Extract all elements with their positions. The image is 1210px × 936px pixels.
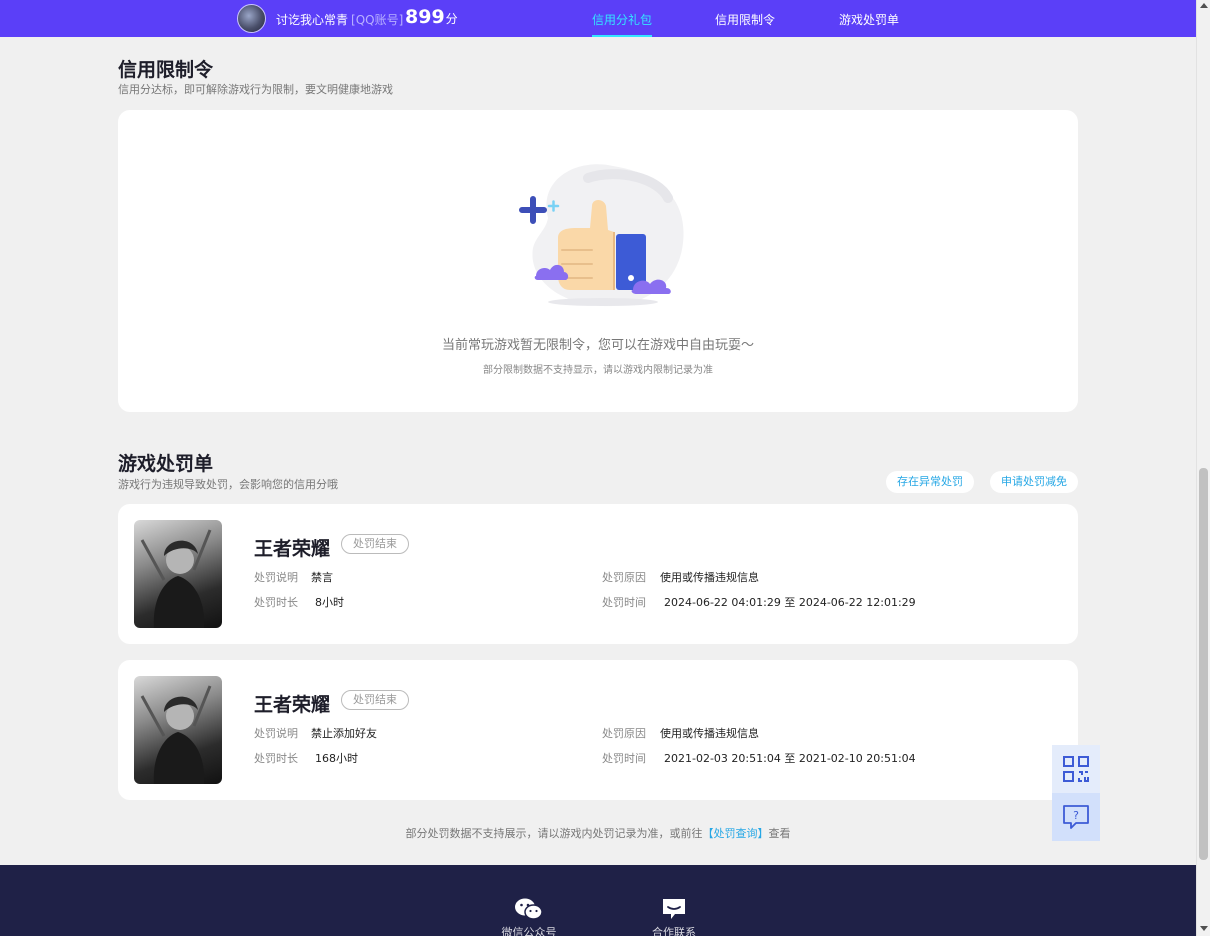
reason-value: 使用或传播违规信息 (660, 727, 759, 740)
question-bubble-icon: ? (1063, 805, 1089, 829)
duration-value: 8小时 (315, 596, 344, 609)
wechat-icon (515, 898, 543, 920)
hero-portrait-icon (140, 529, 212, 628)
description-value: 禁止添加好友 (311, 727, 377, 740)
time-value: 2021-02-03 20:51:04 至 2021-02-10 20:51:0… (664, 752, 916, 765)
score-value: 899 (405, 6, 445, 28)
restriction-section-subtitle: 信用分达标，即可解除游戏行为限制，要文明健康地游戏 (118, 83, 393, 96)
penalty-footnote: 部分处罚数据不支持展示，请以游戏内处罚记录为准，或前往【处罚查询】查看 (0, 825, 1196, 841)
empty-state-message: 当前常玩游戏暂无限制令，您可以在游戏中自由玩耍～ (441, 338, 754, 353)
status-badge: 处罚结束 (341, 534, 409, 554)
time-label: 处罚时间 (602, 596, 646, 609)
footer-contact-label: 合作联系 (652, 926, 696, 936)
scroll-down-arrow-icon[interactable] (1200, 926, 1208, 931)
restriction-card: 当前常玩游戏暂无限制令，您可以在游戏中自由玩耍～ 部分限制数据不支持显示，请以游… (118, 110, 1078, 412)
reason-label: 处罚原因 (602, 727, 646, 740)
message-icon (663, 899, 685, 919)
game-name: 王者荣耀 (254, 694, 331, 716)
scroll-up-arrow-icon[interactable] (1200, 3, 1208, 8)
time-label: 处罚时间 (602, 752, 646, 765)
penalty-card: 王者荣耀 处罚结束 处罚说明 禁止添加好友 处罚时长 168小时 处罚原因 使用… (118, 660, 1078, 800)
appeal-penalty-button[interactable]: 申请处罚减免 (990, 471, 1078, 493)
duration-value: 168小时 (315, 752, 358, 765)
top-nav-bar: 讨讫我心常青 [QQ账号] 899分 信用分礼包 信用限制令 游戏处罚单 (0, 0, 1196, 37)
tab-credit-gift[interactable]: 信用分礼包 (592, 11, 653, 37)
penalty-query-link[interactable]: 【处罚查询】 (703, 827, 769, 840)
site-footer: 微信公众号 合作联系 (0, 865, 1196, 936)
footnote-text: 部分处罚数据不支持展示，请以游戏内处罚记录为准，或前往 (405, 827, 703, 840)
footer-contact[interactable]: 合作联系 (634, 865, 714, 936)
scrollbar-thumb[interactable] (1199, 468, 1208, 860)
description-value: 禁言 (311, 571, 333, 584)
empty-state-note: 部分限制数据不支持显示，请以游戏内限制记录为准 (483, 365, 713, 376)
feedback-button[interactable]: ? (1052, 793, 1100, 841)
status-badge: 处罚结束 (341, 690, 409, 710)
qr-code-icon (1063, 756, 1089, 782)
hero-portrait-icon (140, 685, 212, 784)
reason-value: 使用或传播违规信息 (660, 571, 759, 584)
credit-score: 899分 (405, 6, 458, 28)
footer-wechat[interactable]: 微信公众号 (489, 865, 569, 936)
account-type: [QQ账号] (351, 13, 404, 27)
score-unit: 分 (445, 12, 458, 26)
restriction-section-title: 信用限制令 (118, 59, 214, 81)
time-value: 2024-06-22 04:01:29 至 2024-06-22 12:01:2… (664, 596, 916, 609)
tab-penalty-list[interactable]: 游戏处罚单 (839, 11, 899, 28)
abnormal-penalty-button[interactable]: 存在异常处罚 (886, 471, 974, 493)
user-name: 讨讫我心常青 [QQ账号] (276, 11, 403, 28)
game-name: 王者荣耀 (254, 538, 331, 560)
tab-restriction-order[interactable]: 信用限制令 (715, 11, 775, 28)
penalty-card: 王者荣耀 处罚结束 处罚说明 禁言 处罚时长 8小时 处罚原因 使用或传播违规信… (118, 504, 1078, 644)
description-label: 处罚说明 (254, 571, 298, 584)
username-text: 讨讫我心常青 (276, 13, 349, 27)
game-cover-image (134, 520, 222, 628)
thumbs-up-illustration (519, 164, 684, 307)
penalty-section-subtitle: 游戏行为违规导致处罚，会影响您的信用分哦 (118, 478, 338, 491)
page-scrollbar[interactable] (1196, 0, 1210, 936)
svg-text:?: ? (1073, 809, 1079, 822)
footer-wechat-label: 微信公众号 (501, 926, 557, 936)
game-cover-image (134, 676, 222, 784)
duration-label: 处罚时长 (254, 596, 298, 609)
description-label: 处罚说明 (254, 727, 298, 740)
footnote-suffix: 查看 (768, 827, 791, 840)
reason-label: 处罚原因 (602, 571, 646, 584)
penalty-section-title: 游戏处罚单 (118, 453, 214, 475)
duration-label: 处罚时长 (254, 752, 298, 765)
qr-code-button[interactable] (1052, 745, 1100, 793)
user-avatar[interactable] (237, 4, 266, 33)
